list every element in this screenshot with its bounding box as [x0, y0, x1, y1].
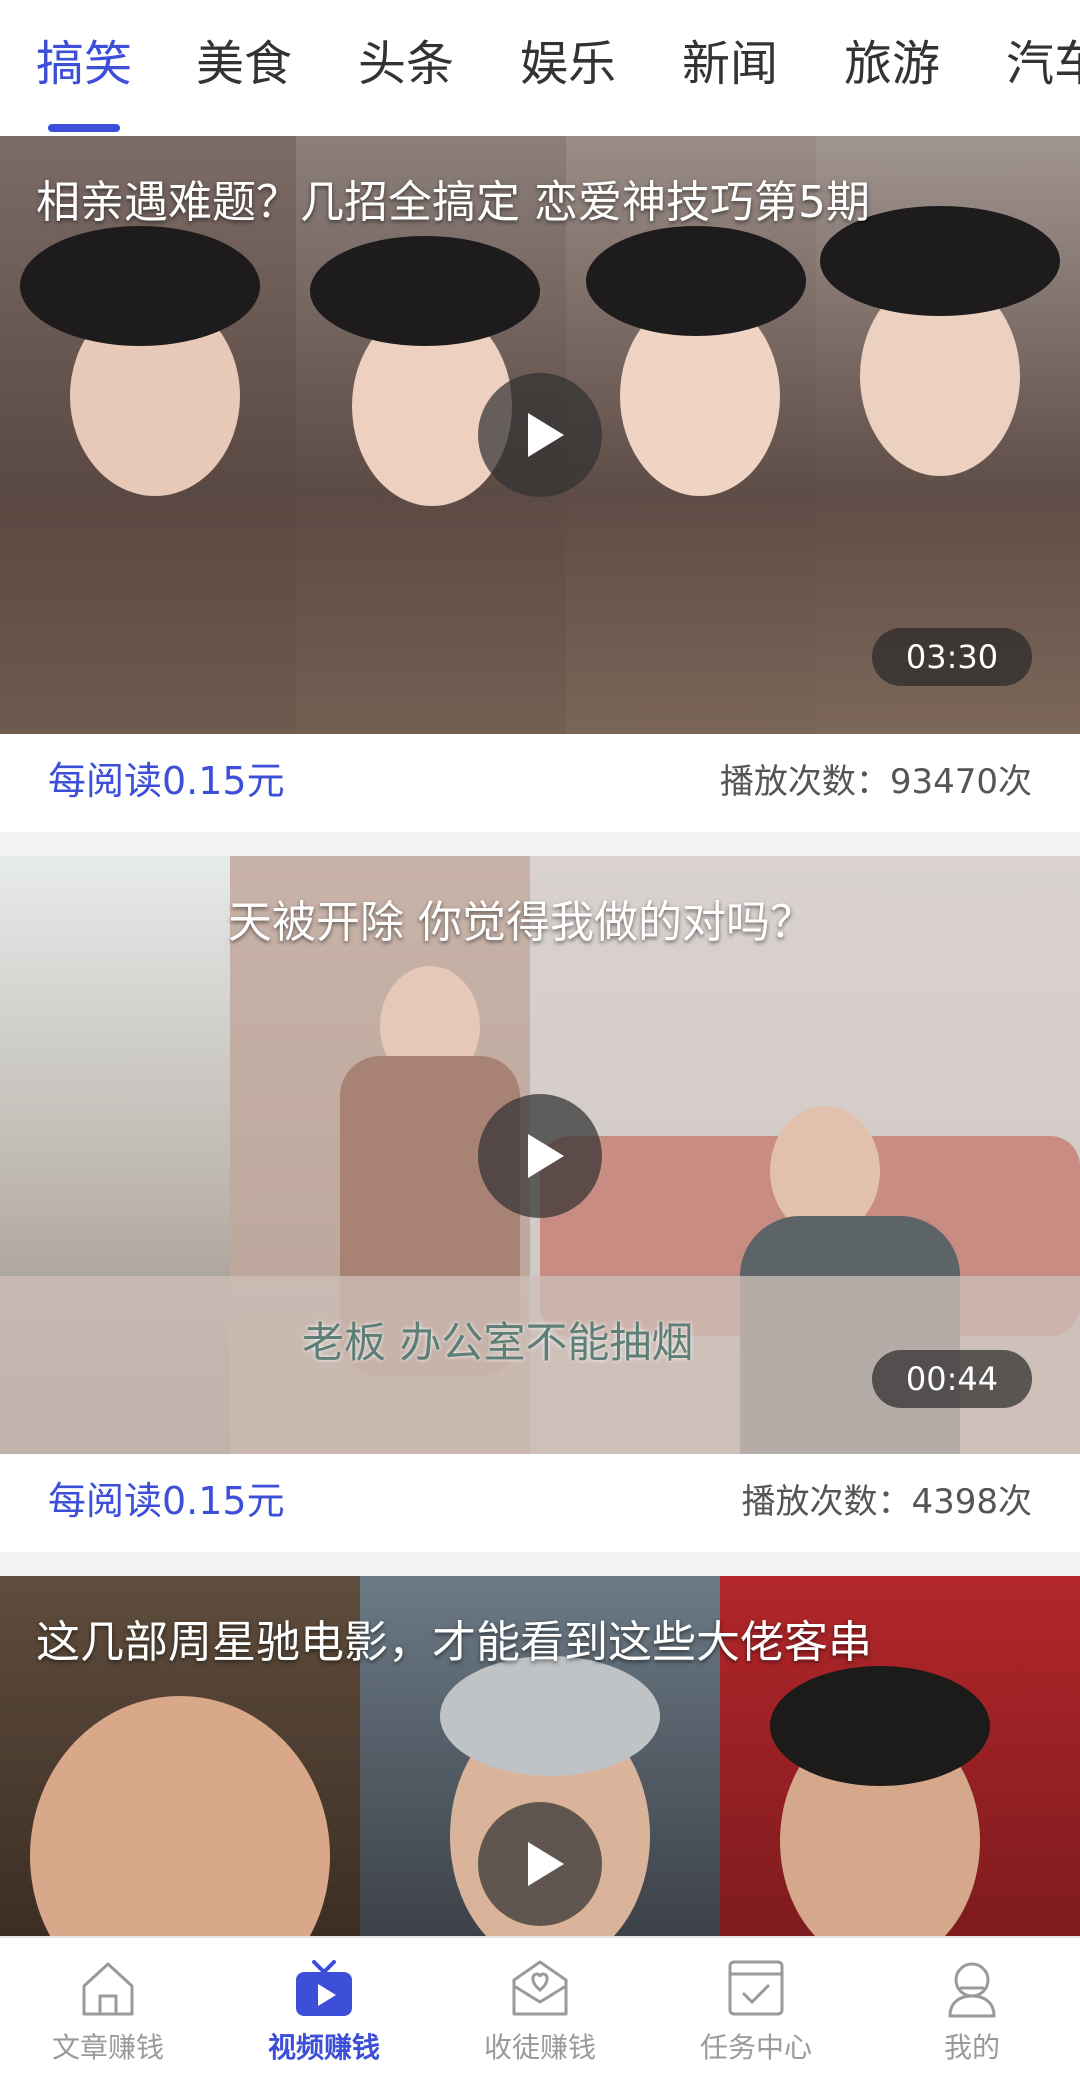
- nav-article-earn[interactable]: 文章赚钱: [0, 1938, 216, 2082]
- nav-label: 任务中心: [699, 2031, 812, 2064]
- reward-text: 每阅读0.15元: [48, 759, 285, 803]
- bottom-navigation: 文章赚钱 视频赚钱 收徒赚钱 任务中心 我的: [0, 1936, 1080, 2080]
- play-button[interactable]: [478, 1094, 602, 1218]
- video-card[interactable]: 相亲遇难题？几招全搞定 恋爱神技巧第5期 03:30 每阅读0.15元 播放次数…: [0, 136, 1080, 832]
- nav-recruit-earn[interactable]: 收徒赚钱: [432, 1938, 648, 2082]
- nav-profile[interactable]: 我的: [864, 1938, 1080, 2082]
- play-count: 播放次数：4398次: [741, 1482, 1032, 1522]
- video-card[interactable]: 天被开除 你觉得我做的对吗？ 老板 办公室不能抽烟 00:44 每阅读0.15元…: [0, 856, 1080, 1552]
- play-count: 播放次数：93470次: [719, 762, 1032, 802]
- task-check-icon: [728, 1960, 784, 2016]
- tab-travel[interactable]: 旅游: [844, 34, 940, 94]
- nav-video-earn[interactable]: 视频赚钱: [216, 1938, 432, 2082]
- tv-play-icon: [296, 1960, 352, 2016]
- video-thumbnail[interactable]: 天被开除 你觉得我做的对吗？ 老板 办公室不能抽烟 00:44: [0, 856, 1080, 1454]
- duration-badge: 03:30: [872, 628, 1032, 686]
- duration-badge: 00:44: [872, 1350, 1032, 1408]
- nav-task-center[interactable]: 任务中心: [648, 1938, 864, 2082]
- nav-label: 文章赚钱: [51, 2031, 164, 2064]
- heart-mail-icon: [512, 1960, 568, 2016]
- video-meta-row: 每阅读0.15元 播放次数：4398次: [0, 1454, 1080, 1552]
- video-feed[interactable]: 相亲遇难题？几招全搞定 恋爱神技巧第5期 03:30 每阅读0.15元 播放次数…: [0, 136, 1080, 1936]
- category-tab-bar: 搞笑 美食 头条 娱乐 新闻 旅游 汽车: [0, 0, 1080, 136]
- tab-news[interactable]: 新闻: [682, 34, 778, 94]
- video-caption: 老板 办公室不能抽烟: [302, 1318, 694, 1367]
- video-title: 这几部周星驰电影，才能看到这些大佬客串: [36, 1617, 872, 1668]
- reward-text: 每阅读0.15元: [48, 1479, 285, 1523]
- home-icon: [82, 1962, 134, 2016]
- play-button[interactable]: [478, 373, 602, 497]
- video-thumbnail[interactable]: 这几部周星驰电影，才能看到这些大佬客串: [0, 1576, 1080, 1936]
- play-icon: [528, 1842, 564, 1886]
- nav-label: 收徒赚钱: [483, 2031, 596, 2064]
- nav-label: 我的: [943, 2031, 1000, 2064]
- profile-icon: [948, 1962, 996, 2018]
- play-icon: [528, 413, 564, 457]
- video-thumbnail[interactable]: 相亲遇难题？几招全搞定 恋爱神技巧第5期 03:30: [0, 136, 1080, 734]
- video-title: 天被开除 你觉得我做的对吗？: [228, 897, 814, 948]
- tab-headlines[interactable]: 头条: [358, 34, 454, 94]
- tab-food[interactable]: 美食: [196, 34, 292, 94]
- play-button[interactable]: [478, 1802, 602, 1926]
- play-icon: [528, 1134, 564, 1178]
- video-meta-row: 每阅读0.15元 播放次数：93470次: [0, 734, 1080, 832]
- tab-entertainment[interactable]: 娱乐: [520, 34, 616, 94]
- video-card[interactable]: 这几部周星驰电影，才能看到这些大佬客串: [0, 1576, 1080, 1936]
- video-title: 相亲遇难题？几招全搞定 恋爱神技巧第5期: [36, 177, 870, 228]
- tab-cars[interactable]: 汽车: [1006, 34, 1080, 94]
- active-tab-indicator: [48, 124, 120, 132]
- tab-funny[interactable]: 搞笑: [36, 34, 132, 94]
- nav-label: 视频赚钱: [267, 2031, 380, 2064]
